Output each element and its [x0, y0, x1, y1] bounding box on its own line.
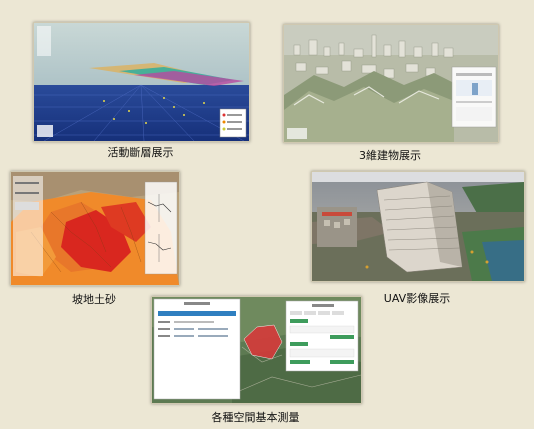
panel-fault-display[interactable] — [33, 22, 250, 142]
city-3d-scene — [284, 25, 498, 142]
landslide-map — [11, 172, 179, 285]
panel-3d-buildings[interactable] — [283, 24, 499, 143]
fault-3d-scene — [34, 23, 249, 141]
uav-scene — [312, 172, 524, 281]
panel-uav-imagery[interactable] — [311, 171, 525, 282]
measurement-map — [152, 297, 361, 403]
caption-measurement: 各種空間基本測量 — [211, 411, 300, 424]
profile-panel — [144, 181, 178, 275]
caption-3d-buildings: 3維建物展示 — [359, 149, 421, 162]
panel-slope-landslide[interactable] — [10, 171, 180, 286]
caption-fault: 活動斷層展示 — [107, 146, 174, 159]
panel-spatial-measurement[interactable] — [151, 296, 362, 404]
